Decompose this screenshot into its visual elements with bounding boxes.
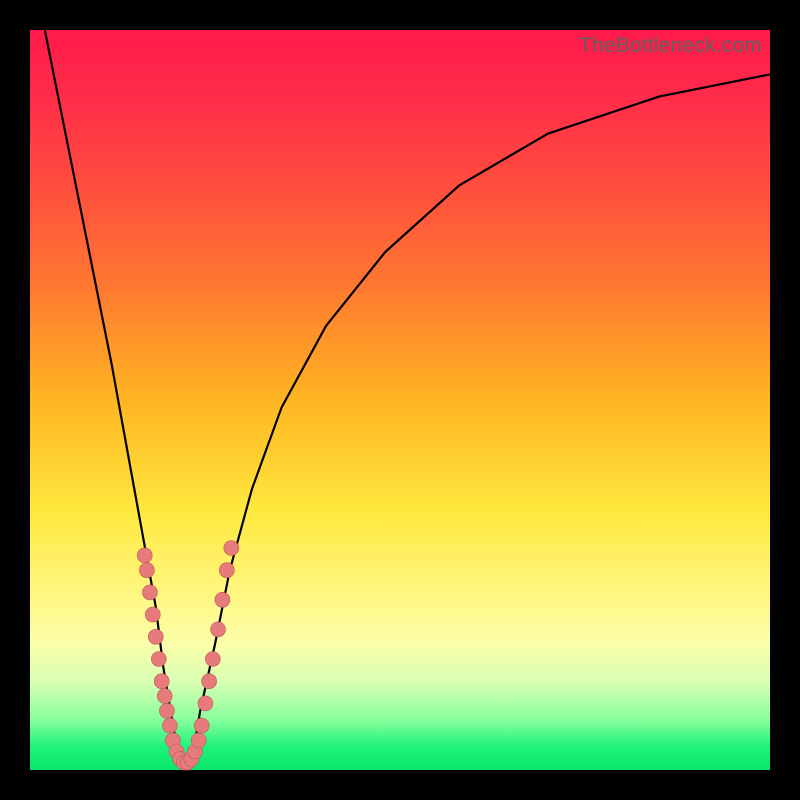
data-point (154, 674, 169, 689)
data-point (194, 718, 209, 733)
data-point (202, 674, 217, 689)
data-point (139, 563, 154, 578)
data-point (219, 563, 234, 578)
data-point (159, 703, 174, 718)
data-point (157, 689, 172, 704)
data-point (211, 622, 226, 637)
data-point (205, 652, 220, 667)
plot-area: TheBottleneck.com (30, 30, 770, 770)
data-point (151, 652, 166, 667)
data-point (148, 629, 163, 644)
data-point-cluster (137, 541, 239, 771)
data-point (198, 696, 213, 711)
data-point (145, 607, 160, 622)
data-point (162, 718, 177, 733)
data-point (191, 733, 206, 748)
bottleneck-curve (30, 30, 770, 770)
chart-frame: TheBottleneck.com (0, 0, 800, 800)
data-point (137, 548, 152, 563)
data-point (142, 585, 157, 600)
data-point (224, 541, 239, 556)
data-point (215, 592, 230, 607)
